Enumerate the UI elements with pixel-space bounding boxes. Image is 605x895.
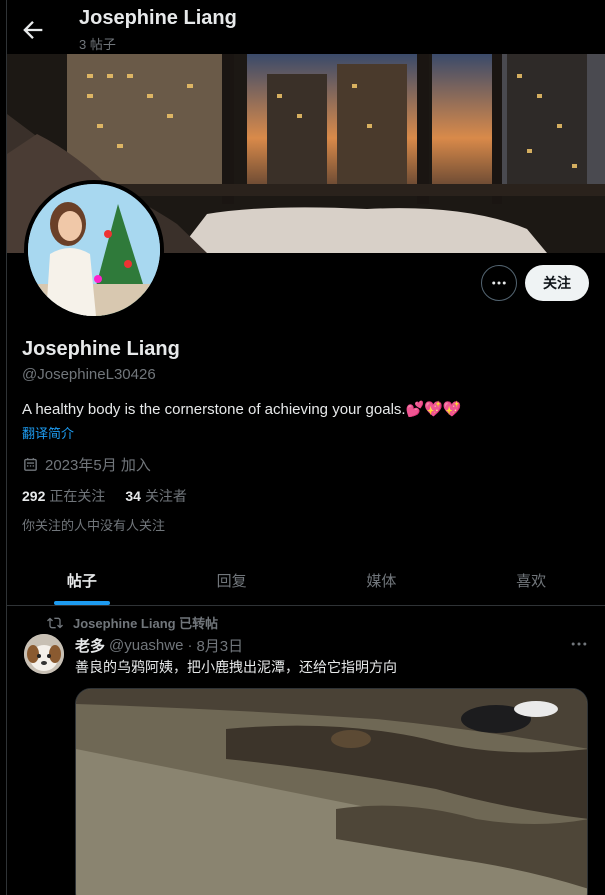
followers-label: 关注者 [144, 488, 187, 504]
joined-date-text: 2023年5月 加入 [45, 457, 151, 474]
tab-likes[interactable]: 喜欢 [456, 556, 605, 605]
profile-name: Josephine Liang [22, 338, 180, 360]
header-post-count: 3 帖子 [79, 37, 116, 52]
tweet-author-avatar[interactable] [24, 634, 64, 674]
active-tab-indicator [53, 601, 110, 605]
followers-link[interactable]: 34 关注者 [125, 486, 187, 506]
tweet-date[interactable]: 8月3日 [196, 635, 243, 656]
tab-media[interactable]: 媒体 [307, 556, 457, 605]
following-link[interactable]: 292 正在关注 [22, 486, 105, 506]
follow-button[interactable]: 关注 [525, 265, 589, 301]
tweet-more-icon[interactable] [569, 634, 589, 654]
tab-likes-label: 喜欢 [516, 573, 547, 590]
followers-count: 34 [125, 488, 141, 504]
tweet-media[interactable] [75, 688, 588, 895]
retweet-icon [47, 617, 63, 628]
follow-stats: 292 正在关注 34 关注者 [22, 486, 187, 506]
back-arrow-icon[interactable] [19, 16, 47, 44]
tweet-author-handle[interactable]: @yuashwe [109, 637, 183, 654]
translate-bio-link[interactable]: 翻译简介 [22, 423, 74, 442]
profile-avatar[interactable] [24, 180, 164, 320]
calendar-icon [24, 458, 37, 471]
retweet-indicator: Josephine Liang 已转帖 [47, 613, 218, 632]
profile-handle: @JosephineL30426 [22, 366, 156, 383]
following-count: 292 [22, 488, 46, 504]
tab-replies[interactable]: 回复 [157, 556, 307, 605]
tab-replies-label: 回复 [216, 573, 247, 590]
retweet-label[interactable]: Josephine Liang 已转帖 [73, 613, 218, 632]
tab-media-label: 媒体 [366, 573, 397, 590]
more-horizontal-icon [492, 281, 506, 285]
more-options-button[interactable] [481, 265, 517, 301]
joined-date: 2023年5月 加入 [22, 454, 151, 475]
following-label: 正在关注 [49, 488, 106, 504]
tab-posts[interactable]: 帖子 [7, 556, 157, 605]
tweet-author-name[interactable]: 老多 [75, 635, 105, 656]
profile-bio: A healthy body is the cornerstone of ach… [22, 401, 462, 418]
tweet-separator: · [187, 637, 193, 654]
tweet-text: 善良的乌鸦阿姨，把小鹿拽出泥潭，还给它指明方向 [75, 659, 397, 675]
tab-posts-label: 帖子 [66, 573, 97, 590]
header-title: Josephine Liang [79, 7, 237, 29]
profile-page: Josephine Liang 3 帖子 关注 Josephine Liang … [6, 0, 605, 895]
profile-tabs: 帖子 回复 媒体 喜欢 [7, 556, 605, 606]
mutual-followers-note: 你关注的人中没有人关注 [22, 518, 166, 533]
tweet-header: 老多 @yuashwe · 8月3日 [75, 635, 243, 656]
top-bar: Josephine Liang 3 帖子 [7, 0, 605, 54]
